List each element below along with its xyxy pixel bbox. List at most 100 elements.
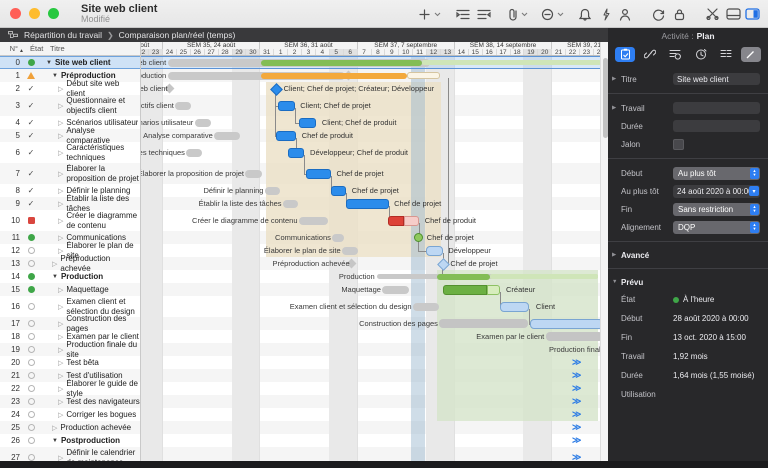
disclosure-leaf-icon[interactable]: ▷ <box>58 320 63 328</box>
disclosure-leaf-icon[interactable]: ▷ <box>58 85 63 93</box>
outdent-icon[interactable] <box>477 4 491 24</box>
planned-ghost-bar[interactable] <box>264 186 281 195</box>
actual-grey-bar[interactable] <box>439 319 528 328</box>
task-bar[interactable] <box>346 198 389 209</box>
offscreen-task-indicator[interactable]: ≫ <box>572 384 581 393</box>
disclosure-icon[interactable]: ▶ <box>612 252 621 258</box>
disclosure-leaf-icon[interactable]: ▷ <box>58 149 63 157</box>
planned-ghost-bar[interactable] <box>245 169 263 178</box>
dropdown-select[interactable]: Sans restriction ▲ ▼ <box>673 202 760 216</box>
disclosure-open-icon[interactable]: ▼ <box>52 274 58 280</box>
column-header-num[interactable]: N°▲ <box>0 44 24 54</box>
phase-remaining-outline[interactable] <box>407 71 440 79</box>
checkbox[interactable] <box>673 138 684 150</box>
disclosure-leaf-icon[interactable]: ▷ <box>58 359 63 367</box>
inspector-tab-list[interactable] <box>716 47 736 62</box>
active-task-remaining-bar[interactable] <box>486 284 500 295</box>
disclosure-leaf-icon[interactable]: ▷ <box>58 286 63 294</box>
active-task-bar[interactable] <box>442 284 487 295</box>
planned-ghost-bar[interactable] <box>214 131 240 140</box>
table-row[interactable]: 5 ✓ ▷ Analyse comparative <box>0 126 140 145</box>
table-row[interactable]: 10 ▷ Créer le diagramme de contenu <box>0 210 140 231</box>
task-bar[interactable] <box>275 130 297 141</box>
table-row[interactable]: 24 ▷ Corriger les bogues <box>0 408 140 421</box>
disclosure-leaf-icon[interactable]: ▷ <box>58 385 63 393</box>
breadcrumb-part-2[interactable]: Comparaison plan/réel (temps) <box>119 30 236 40</box>
actual-grey-bar[interactable] <box>546 332 600 341</box>
table-row[interactable]: 19 ▷ Production finale du site <box>0 340 140 359</box>
date-field[interactable]: 24 août 2020 à 00:00 ▾ <box>673 184 760 198</box>
cut-icon[interactable] <box>706 4 719 24</box>
phase-progress-bar[interactable] <box>261 72 408 79</box>
table-row[interactable]: 3 ✓ ▷ Questionnaire et objectifs client <box>0 95 140 116</box>
offscreen-task-indicator[interactable]: ≫ <box>572 358 581 367</box>
table-row[interactable]: 26 ▼ Postproduction <box>0 434 140 447</box>
overdue-remaining-bar[interactable] <box>403 215 420 226</box>
table-row[interactable]: 25 ▷ Production achevée <box>0 421 140 434</box>
disclosure-icon[interactable]: ▶ <box>612 105 621 111</box>
panel-bottom-icon[interactable] <box>726 4 741 24</box>
disclosure-leaf-icon[interactable]: ▷ <box>58 398 63 406</box>
table-row[interactable]: 0 ▼ Site web client <box>0 56 140 69</box>
disclosure-leaf-icon[interactable]: ▷ <box>58 200 63 208</box>
disclosure-open-icon[interactable]: ▼ <box>52 73 58 79</box>
chevron-down-icon[interactable] <box>434 4 441 24</box>
offscreen-task-indicator[interactable]: ≫ <box>572 410 581 419</box>
table-row[interactable]: 6 ✓ ▷ Caractéristiques techniques <box>0 142 140 163</box>
task-bar[interactable] <box>305 168 331 179</box>
inspector-tab-finance[interactable] <box>665 47 685 62</box>
table-row[interactable]: 13 ▷ Préproduction achevée <box>0 254 140 273</box>
person-icon[interactable] <box>619 4 631 24</box>
table-row[interactable]: 27 ▷ Définir le calendrier de maintenance <box>0 447 140 462</box>
short-task-dot[interactable] <box>413 233 423 242</box>
chevron-down-icon[interactable] <box>557 4 564 24</box>
planned-ghost-bar[interactable] <box>298 216 329 225</box>
table-row[interactable]: 23 ▷ Test des navigateurs <box>0 395 140 408</box>
bolt-icon[interactable] <box>602 4 610 24</box>
text-input[interactable] <box>673 120 760 132</box>
table-row[interactable]: 20 ▷ Test bêta <box>0 356 140 369</box>
zoom-window-button[interactable] <box>48 8 59 19</box>
summary-remaining-bar[interactable] <box>421 60 600 65</box>
table-row[interactable]: 17 ▷ Construction des pages <box>0 314 140 333</box>
planned-ghost-bar[interactable] <box>382 285 410 294</box>
inspector-tab-link[interactable] <box>640 47 660 62</box>
planned-ghost-bar[interactable] <box>412 302 439 311</box>
dropdown-select[interactable]: DQP ▲ ▼ <box>673 220 760 234</box>
column-header-title[interactable]: Titre <box>48 44 140 53</box>
disclosure-leaf-icon[interactable]: ▷ <box>58 170 63 178</box>
close-window-button[interactable] <box>10 8 21 19</box>
disclosure-leaf-icon[interactable]: ▷ <box>52 260 57 268</box>
disclosure-icon[interactable]: ▼ <box>612 279 621 285</box>
table-row[interactable]: 9 ✓ ▷ Établir la liste des tâches <box>0 194 140 213</box>
disclosure-leaf-icon[interactable]: ▷ <box>58 132 63 140</box>
dropdown-select[interactable]: Au plus tôt ▲ ▼ <box>673 166 760 180</box>
planned-ghost-bar[interactable] <box>194 118 212 127</box>
panel-right-icon[interactable] <box>745 4 760 24</box>
scrollbar-thumb[interactable] <box>602 58 608 138</box>
lock-icon[interactable] <box>674 4 685 24</box>
disclosure-open-icon[interactable]: ▼ <box>52 438 58 444</box>
offscreen-task-indicator[interactable]: ≫ <box>572 371 581 380</box>
stepper-icon[interactable]: ▲ ▼ <box>750 167 759 179</box>
table-row[interactable]: 7 ✓ ▷ Élaborer la proposition de projet <box>0 163 140 184</box>
date-picker-button[interactable]: ▾ <box>749 186 759 196</box>
inspector-tab-pencil[interactable] <box>740 46 761 62</box>
planned-ghost-bar[interactable] <box>342 246 358 255</box>
text-input[interactable]: Site web client <box>673 73 760 85</box>
add-icon[interactable] <box>418 4 431 24</box>
text-input[interactable] <box>673 102 760 114</box>
minimize-window-button[interactable] <box>29 8 40 19</box>
offscreen-task-indicator[interactable]: ≫ <box>572 436 581 445</box>
offscreen-task-indicator[interactable]: ≫ <box>572 397 581 406</box>
task-bar[interactable] <box>287 147 305 158</box>
task-bar[interactable] <box>330 185 347 196</box>
chevron-down-icon[interactable] <box>521 4 528 24</box>
inspector-tab-time[interactable] <box>691 47 711 62</box>
vertical-scrollbar[interactable] <box>600 42 608 468</box>
disclosure-open-icon[interactable]: ▼ <box>46 60 52 66</box>
task-bar-light[interactable] <box>529 318 600 329</box>
table-row[interactable]: 14 ▼ Production <box>0 270 140 283</box>
table-row[interactable]: 2 ✓ ▷ Début site web client <box>0 79 140 98</box>
task-bar-light[interactable] <box>426 245 443 256</box>
